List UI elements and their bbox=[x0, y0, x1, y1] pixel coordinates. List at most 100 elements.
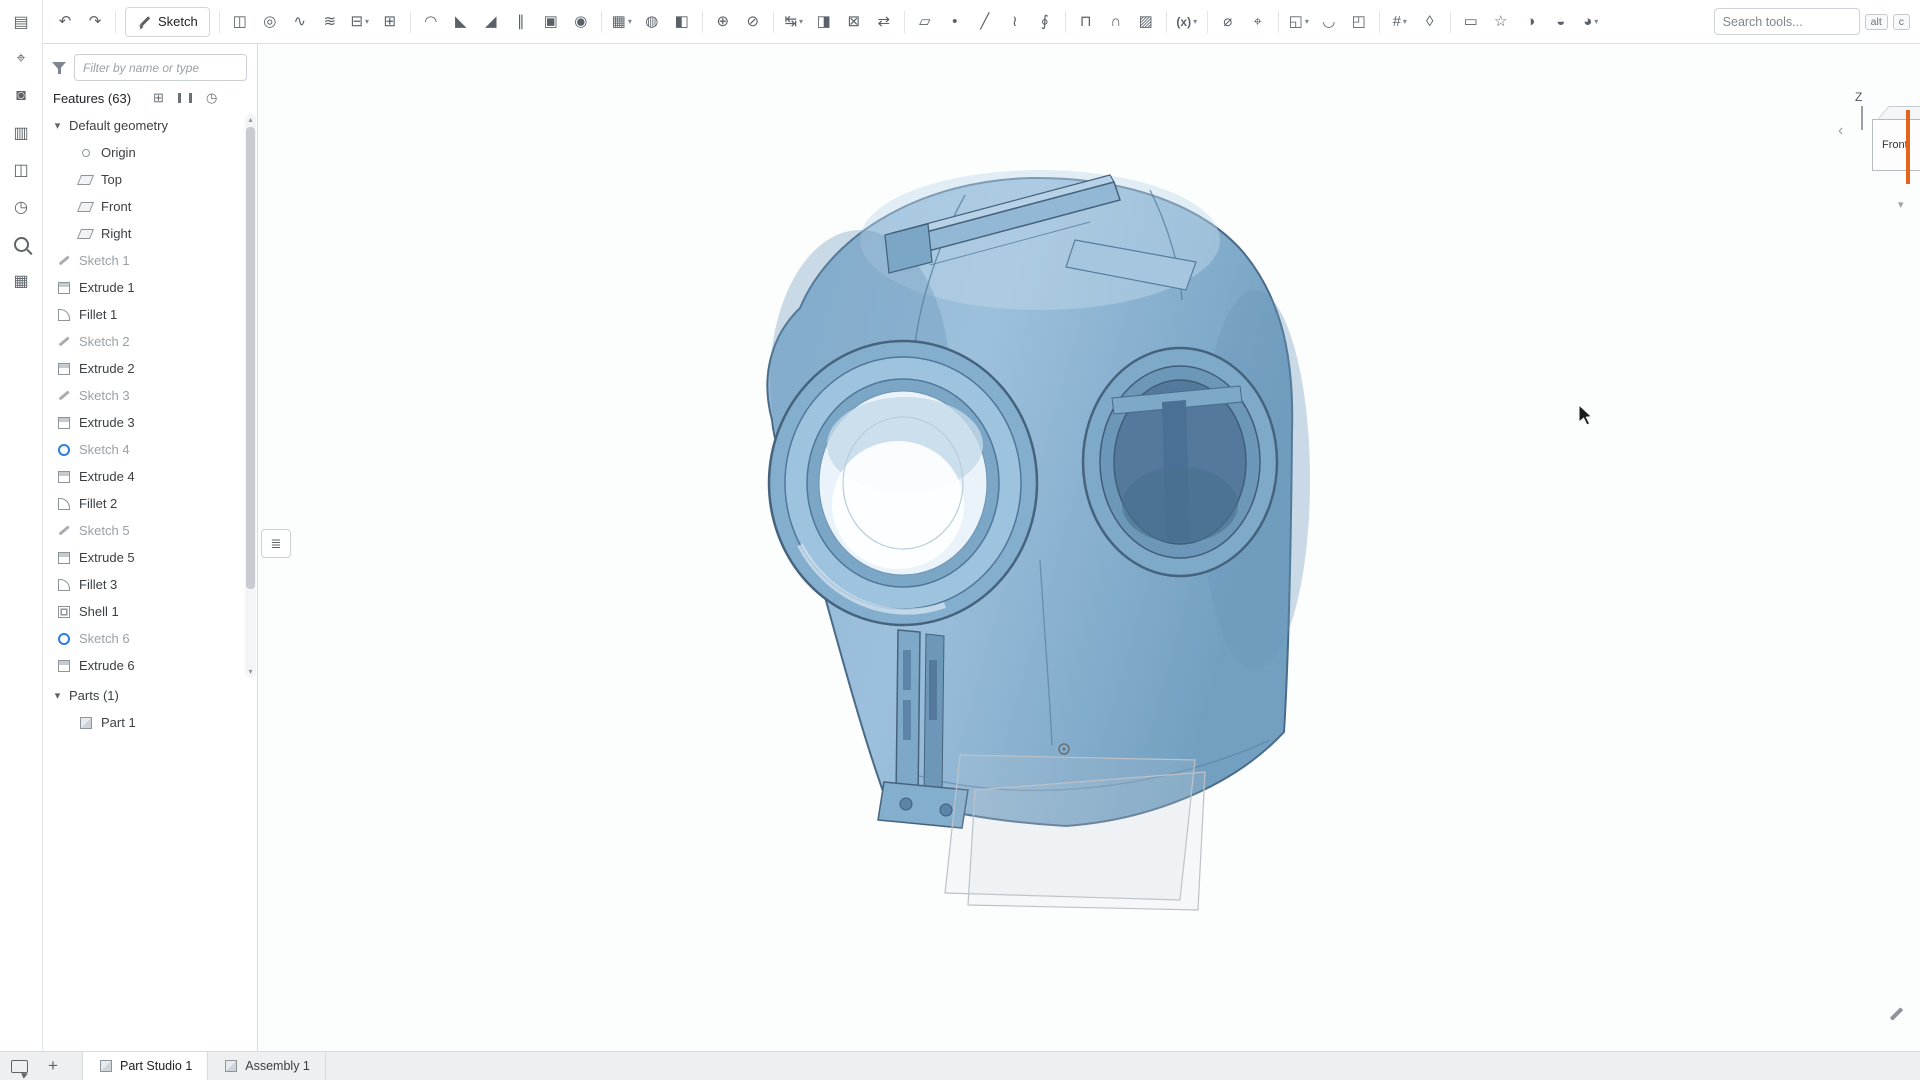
boolean-icon[interactable]: ⊕ bbox=[708, 7, 738, 37]
viewcube-front-face[interactable]: Front bbox=[1872, 119, 1920, 171]
sheet-metal-icon[interactable]: ◱▾ bbox=[1284, 7, 1314, 37]
suspend-rebuild-icon[interactable] bbox=[178, 93, 192, 103]
properties-icon[interactable]: ▦ bbox=[8, 268, 35, 294]
feature-row[interactable]: Front bbox=[43, 193, 243, 220]
parts-list-icon[interactable]: ◫ bbox=[8, 157, 35, 183]
model-canvas[interactable] bbox=[0, 0, 1920, 1052]
rib-icon[interactable]: ∥ bbox=[506, 7, 536, 37]
screen-icon[interactable] bbox=[0, 1052, 38, 1080]
tab-part-studio-1[interactable]: Part Studio 1 bbox=[82, 1052, 208, 1080]
feature-row[interactable]: Extrude 3 bbox=[43, 409, 243, 436]
appearance-icon[interactable]: ◕▾ bbox=[1576, 7, 1606, 37]
project-curve-icon[interactable]: ⊓ bbox=[1071, 7, 1101, 37]
feature-panel-collapse-button[interactable]: ≣ bbox=[261, 529, 291, 558]
sweep-icon[interactable]: ∿ bbox=[285, 7, 315, 37]
feature-row[interactable]: Sketch 4 bbox=[43, 436, 243, 463]
chevron-down-icon[interactable]: ▾ bbox=[52, 119, 63, 132]
revolve-icon[interactable]: ◎ bbox=[255, 7, 285, 37]
comments-icon[interactable]: ◙ bbox=[8, 83, 35, 109]
chevron-down-icon[interactable]: ▾ bbox=[52, 689, 63, 702]
chevron-down-icon[interactable]: ▾ bbox=[799, 17, 803, 26]
feature-row[interactable]: Fillet 1 bbox=[43, 301, 243, 328]
feature-row[interactable]: Shell 1 bbox=[43, 598, 243, 625]
shell-icon[interactable]: ▣ bbox=[536, 7, 566, 37]
feature-row[interactable]: Top bbox=[43, 166, 243, 193]
feature-filter-input[interactable] bbox=[74, 54, 247, 81]
chevron-down-icon[interactable]: ▾ bbox=[628, 17, 632, 26]
insert-panel-icon[interactable]: ▤ bbox=[8, 9, 35, 35]
line-icon[interactable]: ╱ bbox=[970, 7, 1000, 37]
redo-icon[interactable]: ↷ bbox=[80, 7, 110, 37]
search-tools-input[interactable] bbox=[1714, 8, 1860, 35]
sm-tab-icon[interactable]: ◰ bbox=[1344, 7, 1374, 37]
viewcube-dropdown-icon[interactable]: ▾ bbox=[1898, 198, 1904, 211]
feature-row[interactable]: Sketch 1 bbox=[43, 247, 243, 274]
linear-pattern-icon[interactable]: ▦▾ bbox=[607, 7, 637, 37]
delete-face-icon[interactable]: ⊠ bbox=[839, 7, 869, 37]
sketch-plane[interactable] bbox=[945, 755, 1205, 910]
feature-row[interactable]: Sketch 5 bbox=[43, 517, 243, 544]
parts-group-row[interactable]: ▾ Parts (1) bbox=[43, 682, 257, 709]
circular-pattern-icon[interactable]: ◍ bbox=[637, 7, 667, 37]
right-lens-ring[interactable] bbox=[1083, 348, 1277, 576]
spline-icon[interactable]: ≀ bbox=[1000, 7, 1030, 37]
model-3d-view[interactable]: Z ‹ Front ▾ bbox=[0, 0, 1920, 1052]
undo-icon[interactable]: ↶ bbox=[50, 7, 80, 37]
slot-icon[interactable]: ▭ bbox=[1456, 7, 1486, 37]
frame-icon[interactable]: #▾ bbox=[1385, 7, 1415, 37]
feature-row[interactable]: Extrude 1 bbox=[43, 274, 243, 301]
chevron-down-icon[interactable]: ▾ bbox=[1403, 17, 1407, 26]
chevron-down-icon[interactable]: ▾ bbox=[1594, 17, 1598, 26]
scroll-up-icon[interactable]: ▴ bbox=[245, 114, 256, 126]
feature-row[interactable]: Origin bbox=[43, 139, 243, 166]
loft-icon[interactable]: ≋ bbox=[315, 7, 345, 37]
measure-icon[interactable]: ⌀ bbox=[1213, 7, 1243, 37]
notes-icon[interactable]: ▥ bbox=[8, 120, 35, 146]
tab-assembly-1[interactable]: Assembly 1 bbox=[208, 1052, 326, 1080]
feature-row[interactable]: Extrude 6 bbox=[43, 652, 243, 679]
mate-connector-icon[interactable]: ⌖ bbox=[1243, 7, 1273, 37]
sketch-button[interactable]: Sketch bbox=[125, 7, 210, 37]
hole-icon[interactable]: ◉ bbox=[566, 7, 596, 37]
feature-row[interactable]: Fillet 2 bbox=[43, 490, 243, 517]
feature-row[interactable]: Sketch 2 bbox=[43, 328, 243, 355]
search-icon[interactable] bbox=[8, 231, 35, 257]
chevron-down-icon[interactable]: ▾ bbox=[1193, 17, 1197, 26]
left-lens-ring[interactable] bbox=[769, 341, 1037, 625]
scroll-down-icon[interactable]: ▾ bbox=[245, 666, 256, 678]
move-rotate-icon[interactable]: ⌖ bbox=[8, 46, 35, 72]
transform-icon[interactable]: ↹▾ bbox=[779, 7, 809, 37]
insert-feature-icon[interactable]: ⊞ bbox=[153, 90, 164, 106]
variable-icon[interactable]: (x)▾ bbox=[1172, 7, 1202, 37]
plane-icon[interactable]: ▱ bbox=[910, 7, 940, 37]
custom-feature-icon[interactable]: ☆ bbox=[1486, 7, 1516, 37]
replace-face-icon[interactable]: ⇄ bbox=[869, 7, 899, 37]
feature-row[interactable]: Sketch 3 bbox=[43, 382, 243, 409]
feature-row[interactable]: Extrude 5 bbox=[43, 544, 243, 571]
feature-tree-scrollbar[interactable]: ▴ ▾ bbox=[245, 114, 256, 678]
add-tab-button[interactable]: + bbox=[38, 1052, 68, 1080]
offset-surface-icon[interactable]: ◨ bbox=[809, 7, 839, 37]
rollback-history-icon[interactable]: ◷ bbox=[206, 90, 217, 106]
flange-icon[interactable]: ◡ bbox=[1314, 7, 1344, 37]
point-icon[interactable]: • bbox=[940, 7, 970, 37]
mirror-icon[interactable]: ◧ bbox=[667, 7, 697, 37]
extrude-icon[interactable]: ◫ bbox=[225, 7, 255, 37]
history-icon[interactable]: ◷ bbox=[8, 194, 35, 220]
fill-surface-icon[interactable]: ▨ bbox=[1131, 7, 1161, 37]
enclose-icon[interactable]: ⊞ bbox=[375, 7, 405, 37]
part-row[interactable]: Part 1 bbox=[43, 709, 257, 736]
chevron-down-icon[interactable]: ▾ bbox=[1305, 17, 1309, 26]
scrollbar-thumb[interactable] bbox=[246, 127, 255, 589]
feature-row[interactable]: Extrude 4 bbox=[43, 463, 243, 490]
feature-row[interactable]: Extrude 2 bbox=[43, 355, 243, 382]
chevron-down-icon[interactable]: ▾ bbox=[365, 17, 369, 26]
feature-row[interactable]: Sketch 6 bbox=[43, 625, 243, 652]
split-icon[interactable]: ⊘ bbox=[738, 7, 768, 37]
thicken-icon[interactable]: ⊟▾ bbox=[345, 7, 375, 37]
intersect-icon[interactable]: ∩ bbox=[1101, 7, 1131, 37]
feature-row[interactable]: ▾Default geometry bbox=[43, 112, 243, 139]
viewcube-rotate-left-icon[interactable]: ‹ bbox=[1838, 122, 1843, 140]
fillet-icon[interactable]: ◠ bbox=[416, 7, 446, 37]
tag-icon[interactable]: ◊ bbox=[1415, 7, 1445, 37]
